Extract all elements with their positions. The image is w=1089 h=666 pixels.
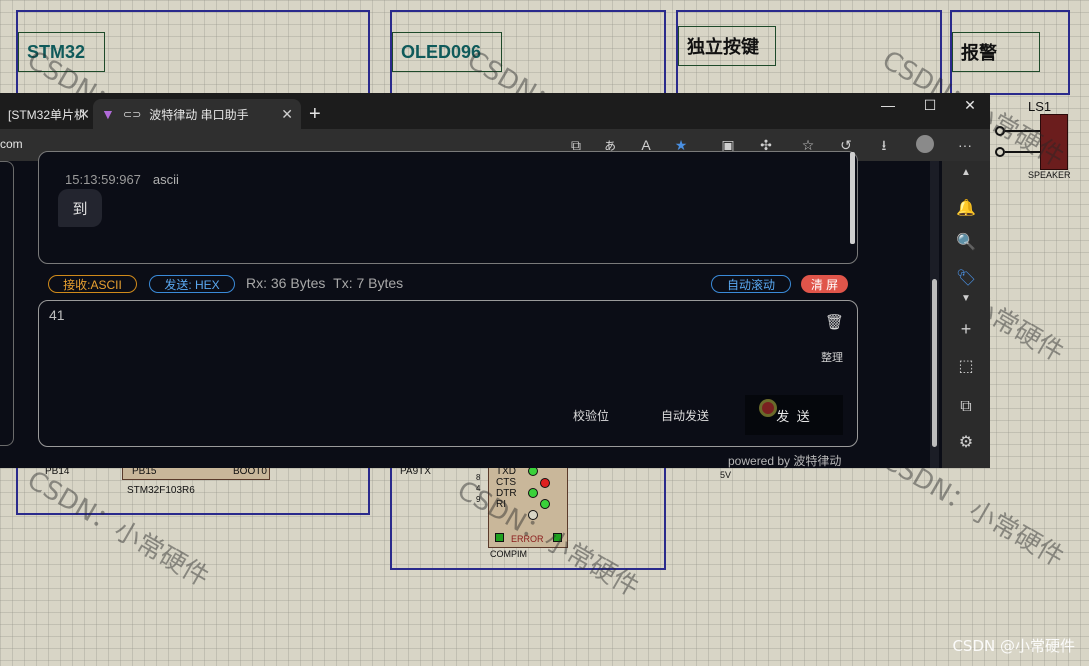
clear-screen-button[interactable]: 清 屏 xyxy=(801,275,848,293)
rx-mode-toggle[interactable]: 接收:ASCII xyxy=(48,275,137,293)
bell-icon[interactable]: 🔔 xyxy=(954,197,978,221)
receive-scrollbar[interactable] xyxy=(850,152,855,244)
auto-send-button[interactable]: 自动发送 xyxy=(661,407,709,424)
left-panel xyxy=(0,161,14,446)
add-icon[interactable]: + xyxy=(954,317,978,341)
send-button[interactable]: 发 送 xyxy=(745,395,843,435)
scroll-down-icon[interactable]: ▼ xyxy=(954,287,978,311)
trash-icon[interactable]: 🗑 xyxy=(825,313,844,331)
tab-serial-label: 波特律动 串口助手 xyxy=(149,107,249,122)
open-window-icon[interactable]: ⧉ xyxy=(954,395,978,419)
url-text[interactable]: com xyxy=(0,137,23,151)
close-icon: ✕ xyxy=(78,105,90,122)
tab-strip: [STM32单片机 ▼ ⊂⊃ 波特律动 串口助手 ✕ ✕ + — ☐ ✕ xyxy=(0,93,990,129)
status-square-left xyxy=(495,533,504,542)
led-green-2 xyxy=(528,488,538,498)
new-tab-icon[interactable]: + xyxy=(309,103,321,126)
more-icon[interactable]: ··· xyxy=(953,135,977,155)
download-icon[interactable]: ⭳ xyxy=(872,135,896,155)
page-scrollbar[interactable] xyxy=(930,161,939,468)
click-indicator xyxy=(759,399,777,417)
window-close-icon[interactable]: ✕ xyxy=(950,97,990,114)
auto-scroll-toggle[interactable]: 自动滚动 xyxy=(711,275,791,293)
csdn-watermark: CSDN @小常硬件 xyxy=(952,637,1075,655)
ls1-label: LS1 xyxy=(1028,99,1052,114)
receive-panel: 15:13:59:967 ascii 到 xyxy=(38,151,858,264)
key-label: 独立按键 xyxy=(678,26,776,66)
checksum-button[interactable]: 校验位 xyxy=(573,407,609,424)
link-icon: ⊂⊃ xyxy=(122,108,142,121)
v5-label: 5V xyxy=(720,470,732,480)
tab-serial-assistant[interactable]: ▼ ⊂⊃ 波特律动 串口助手 ✕ xyxy=(93,99,301,129)
scroll-up-icon[interactable]: ▲ xyxy=(954,161,978,185)
browser-sidebar: ▲ 🔔 🔍 🏷 ▼ + ⬚ ⧉ ⚙ xyxy=(942,161,990,468)
send-panel: 🗑 整理 校验位 自动发送 发 送 xyxy=(38,300,858,447)
send-input[interactable] xyxy=(49,304,649,326)
app-logo-icon: ▼ xyxy=(101,106,115,122)
status-row: 接收:ASCII 发送: HEX Rx: 36 Bytes Tx: 7 Byte… xyxy=(48,275,858,293)
alarm-label: 报警 xyxy=(952,32,1040,72)
powered-by: powered by 波特律动 xyxy=(728,454,842,468)
maximize-icon[interactable]: ☐ xyxy=(910,97,950,114)
browser-window: [STM32单片机 ▼ ⊂⊃ 波特律动 串口助手 ✕ ✕ + — ☐ ✕ com… xyxy=(0,93,990,468)
page-content: 15:13:59:967 ascii 到 接收:ASCII 发送: HEX Rx:… xyxy=(0,151,942,468)
message-meta: 15:13:59:967 ascii xyxy=(65,172,179,187)
speaker-pin-2 xyxy=(995,147,1005,157)
screenshot-icon[interactable]: ⬚ xyxy=(954,355,978,379)
page-scrollbar-thumb[interactable] xyxy=(932,279,937,447)
close-icon[interactable]: ✕ xyxy=(281,106,293,123)
compim-label: COMPIM xyxy=(490,549,527,559)
led-green-3 xyxy=(540,499,550,509)
tidy-button[interactable]: 整理 xyxy=(821,349,843,365)
search-icon[interactable]: 🔍 xyxy=(954,231,978,255)
settings-gear-icon[interactable]: ⚙ xyxy=(954,431,978,455)
minimize-icon[interactable]: — xyxy=(868,97,908,113)
tx-count: Tx: 7 Bytes xyxy=(333,275,404,291)
tab-stm32-close[interactable]: ✕ xyxy=(66,99,90,129)
rx-count: Rx: 36 Bytes xyxy=(246,275,326,291)
message-bubble: 到 xyxy=(58,189,102,227)
tx-mode-toggle[interactable]: 发送: HEX xyxy=(149,275,235,293)
avatar[interactable] xyxy=(913,135,937,155)
byte-counters: Rx: 36 Bytes Tx: 7 Bytes xyxy=(246,275,403,291)
message-timestamp: 15:13:59:967 xyxy=(65,172,141,187)
led-red xyxy=(540,478,550,488)
message-mode: ascii xyxy=(152,172,179,187)
chip-name: STM32F103R6 xyxy=(127,485,195,496)
